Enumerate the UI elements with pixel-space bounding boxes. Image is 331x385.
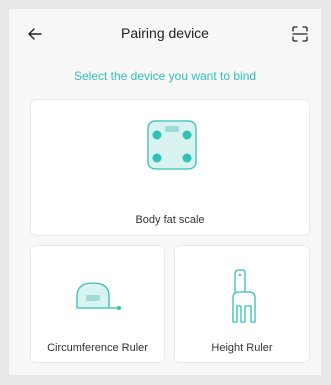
- pairing-screen: Pairing device Select the device you wan…: [9, 9, 321, 375]
- nav-bar: Pairing device: [9, 9, 321, 53]
- device-card-body-fat-scale[interactable]: Body fat scale: [30, 99, 310, 236]
- circumference-ruler-icon: [76, 282, 121, 310]
- device-label: Body fat scale: [135, 214, 205, 226]
- device-label: Circumference Ruler: [47, 342, 148, 354]
- device-card-circumference-ruler[interactable]: Circumference Ruler: [30, 245, 165, 363]
- instruction-text: Select the device you want to bind: [73, 69, 257, 83]
- body-fat-scale-icon: [147, 120, 197, 170]
- scan-button[interactable]: [289, 23, 311, 45]
- device-card-height-ruler[interactable]: Height Ruler: [174, 245, 310, 363]
- page-title: Pairing device: [121, 25, 209, 41]
- height-ruler-icon: [232, 269, 256, 323]
- device-label: Height Ruler: [211, 342, 273, 354]
- scan-icon: [292, 26, 308, 42]
